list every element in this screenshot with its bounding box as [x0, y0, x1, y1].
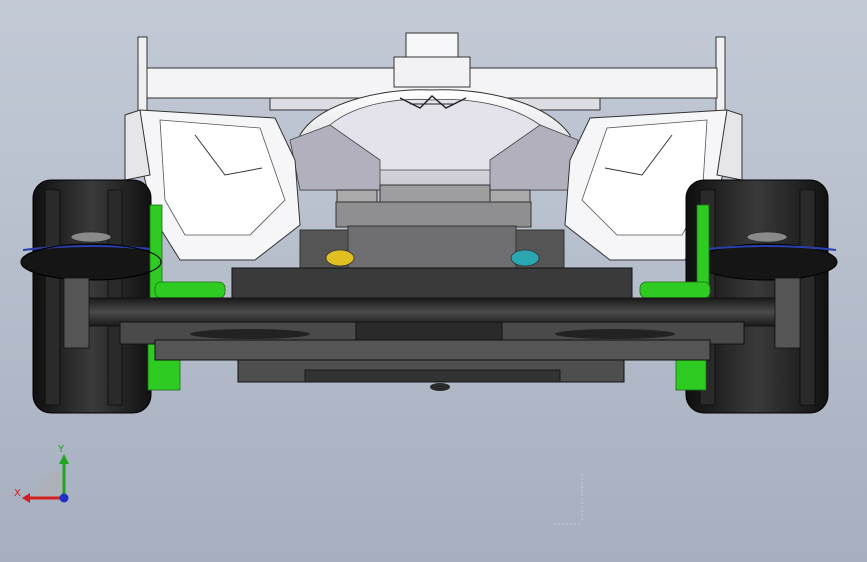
z-axis-dot	[59, 493, 69, 503]
graphics-viewport[interactable]: Y X	[0, 0, 867, 562]
axis-triad: Y X	[14, 444, 69, 503]
race-car-model[interactable]	[0, 0, 867, 562]
y-axis-arrow	[59, 454, 69, 464]
triad-plane	[36, 470, 64, 498]
reference-origin-ghost	[554, 474, 583, 525]
x-axis-label: X	[14, 488, 21, 499]
y-axis-label: Y	[57, 444, 65, 455]
left-front-tire	[20, 179, 181, 414]
airbox	[393, 32, 471, 88]
x-axis-arrow	[22, 493, 30, 503]
